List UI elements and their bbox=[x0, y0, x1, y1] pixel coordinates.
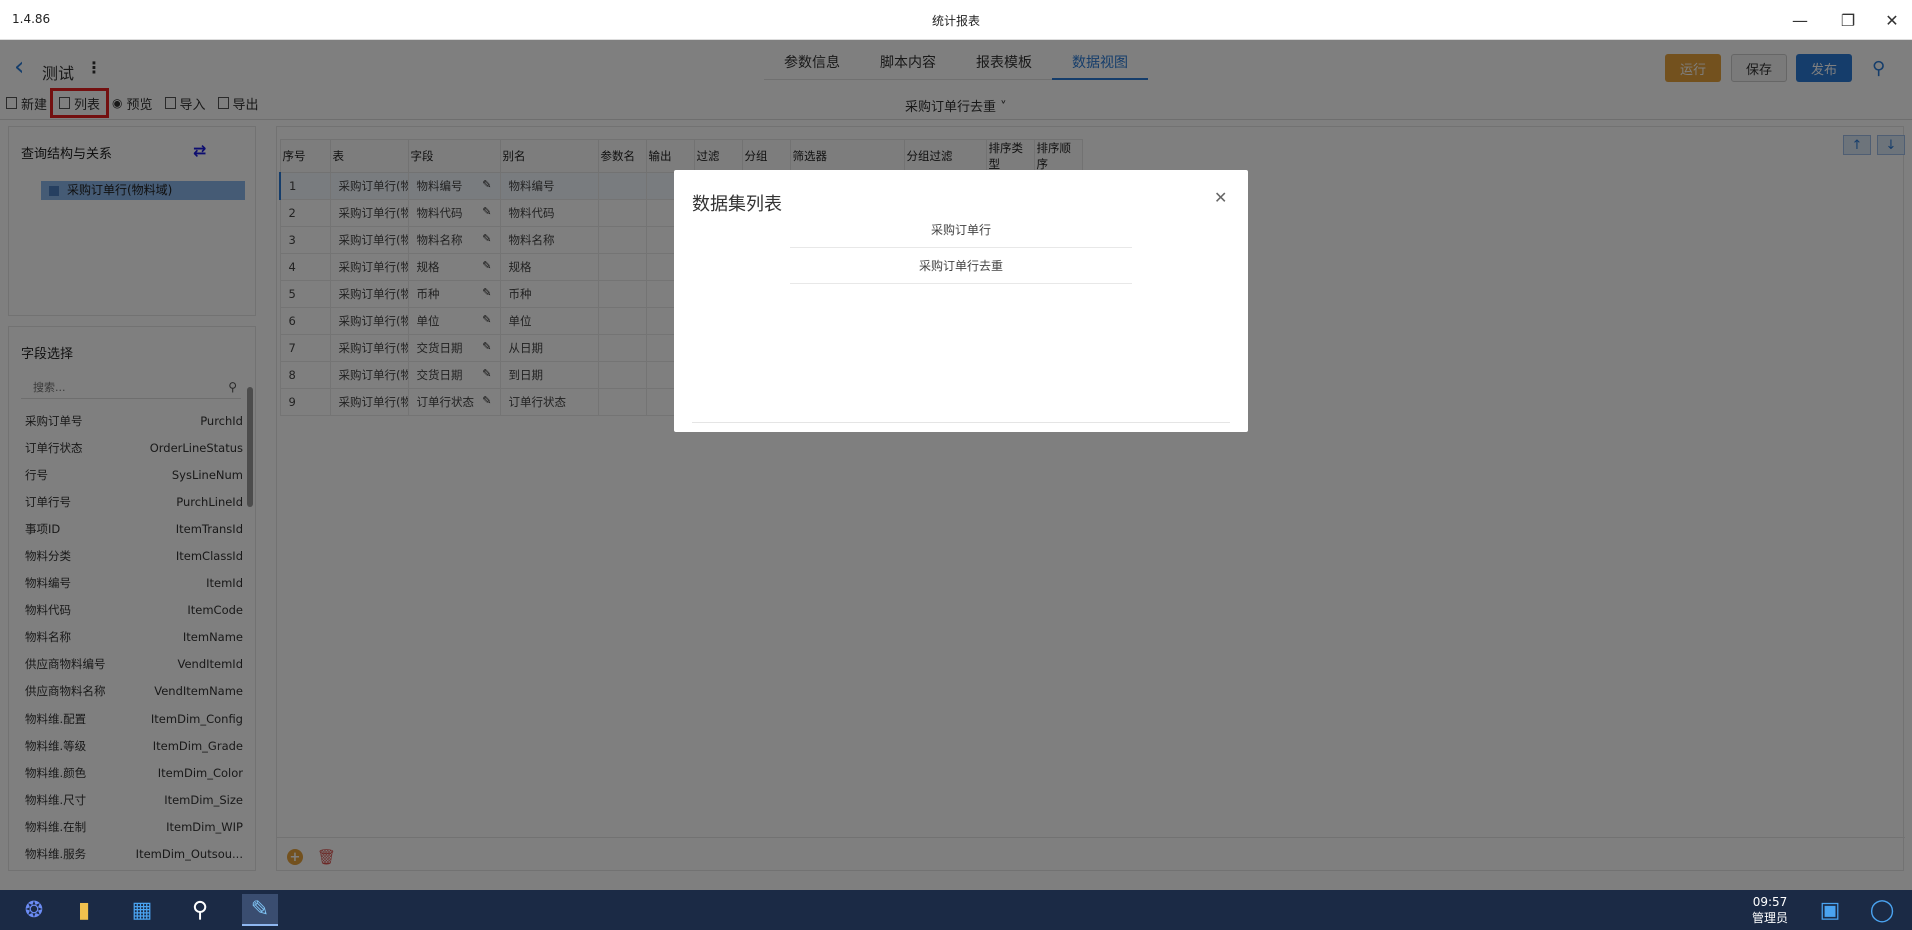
clock-user: 管理员 bbox=[1752, 911, 1789, 925]
dialog-footer-divider bbox=[692, 422, 1230, 423]
monitor-icon: ▣ bbox=[1819, 897, 1841, 923]
folder-icon: ▮ bbox=[77, 897, 91, 923]
restore-icon: ❐ bbox=[1840, 10, 1856, 30]
clock-time: 09:57 bbox=[1752, 895, 1788, 909]
restore-button[interactable]: ❐ bbox=[1828, 6, 1868, 34]
report-app-icon[interactable]: ✎ bbox=[242, 894, 278, 926]
dataset-item[interactable]: 采购订单行 bbox=[790, 212, 1132, 248]
modal-overlay[interactable] bbox=[0, 40, 1912, 890]
dataset-list: 采购订单行 采购订单行去重 bbox=[790, 212, 1132, 284]
clock[interactable]: 09:57 管理员 bbox=[1752, 894, 1788, 926]
chat-icon: ◯ bbox=[1869, 897, 1895, 923]
windows-icon: ▦ bbox=[131, 897, 153, 923]
minimize-icon: — bbox=[1792, 10, 1808, 30]
windows-start-icon[interactable]: ▦ bbox=[124, 894, 160, 926]
title-bar: 1.4.86 统计报表 — ❐ ✕ bbox=[0, 0, 1912, 40]
taskbar: ❂ ▮ ▦ ⚲ ✎ 09:57 管理员 ▣ ◯ bbox=[0, 890, 1912, 930]
notification-icon[interactable]: ◯ bbox=[1864, 894, 1900, 926]
dialog-close-icon[interactable]: ✕ bbox=[1214, 188, 1227, 207]
app-launcher-icon: ❂ bbox=[24, 897, 44, 923]
dialog-title: 数据集列表 bbox=[692, 194, 782, 215]
magnifier-icon: ⚲ bbox=[191, 897, 209, 923]
minimize-button[interactable]: — bbox=[1780, 6, 1820, 34]
search-taskbar-icon[interactable]: ⚲ bbox=[182, 894, 218, 926]
close-icon: ✕ bbox=[1885, 10, 1899, 30]
start-app-icon[interactable]: ❂ bbox=[16, 894, 52, 926]
dataset-item[interactable]: 采购订单行去重 bbox=[790, 248, 1132, 284]
window-title: 统计报表 bbox=[931, 14, 980, 28]
remote-desktop-icon[interactable]: ▣ bbox=[1812, 894, 1848, 926]
pencil-ruler-icon: ✎ bbox=[250, 896, 270, 922]
file-explorer-icon[interactable]: ▮ bbox=[66, 894, 102, 926]
dataset-list-dialog: 数据集列表 ✕ 采购订单行 采购订单行去重 bbox=[674, 170, 1248, 432]
close-window-button[interactable]: ✕ bbox=[1872, 6, 1912, 34]
